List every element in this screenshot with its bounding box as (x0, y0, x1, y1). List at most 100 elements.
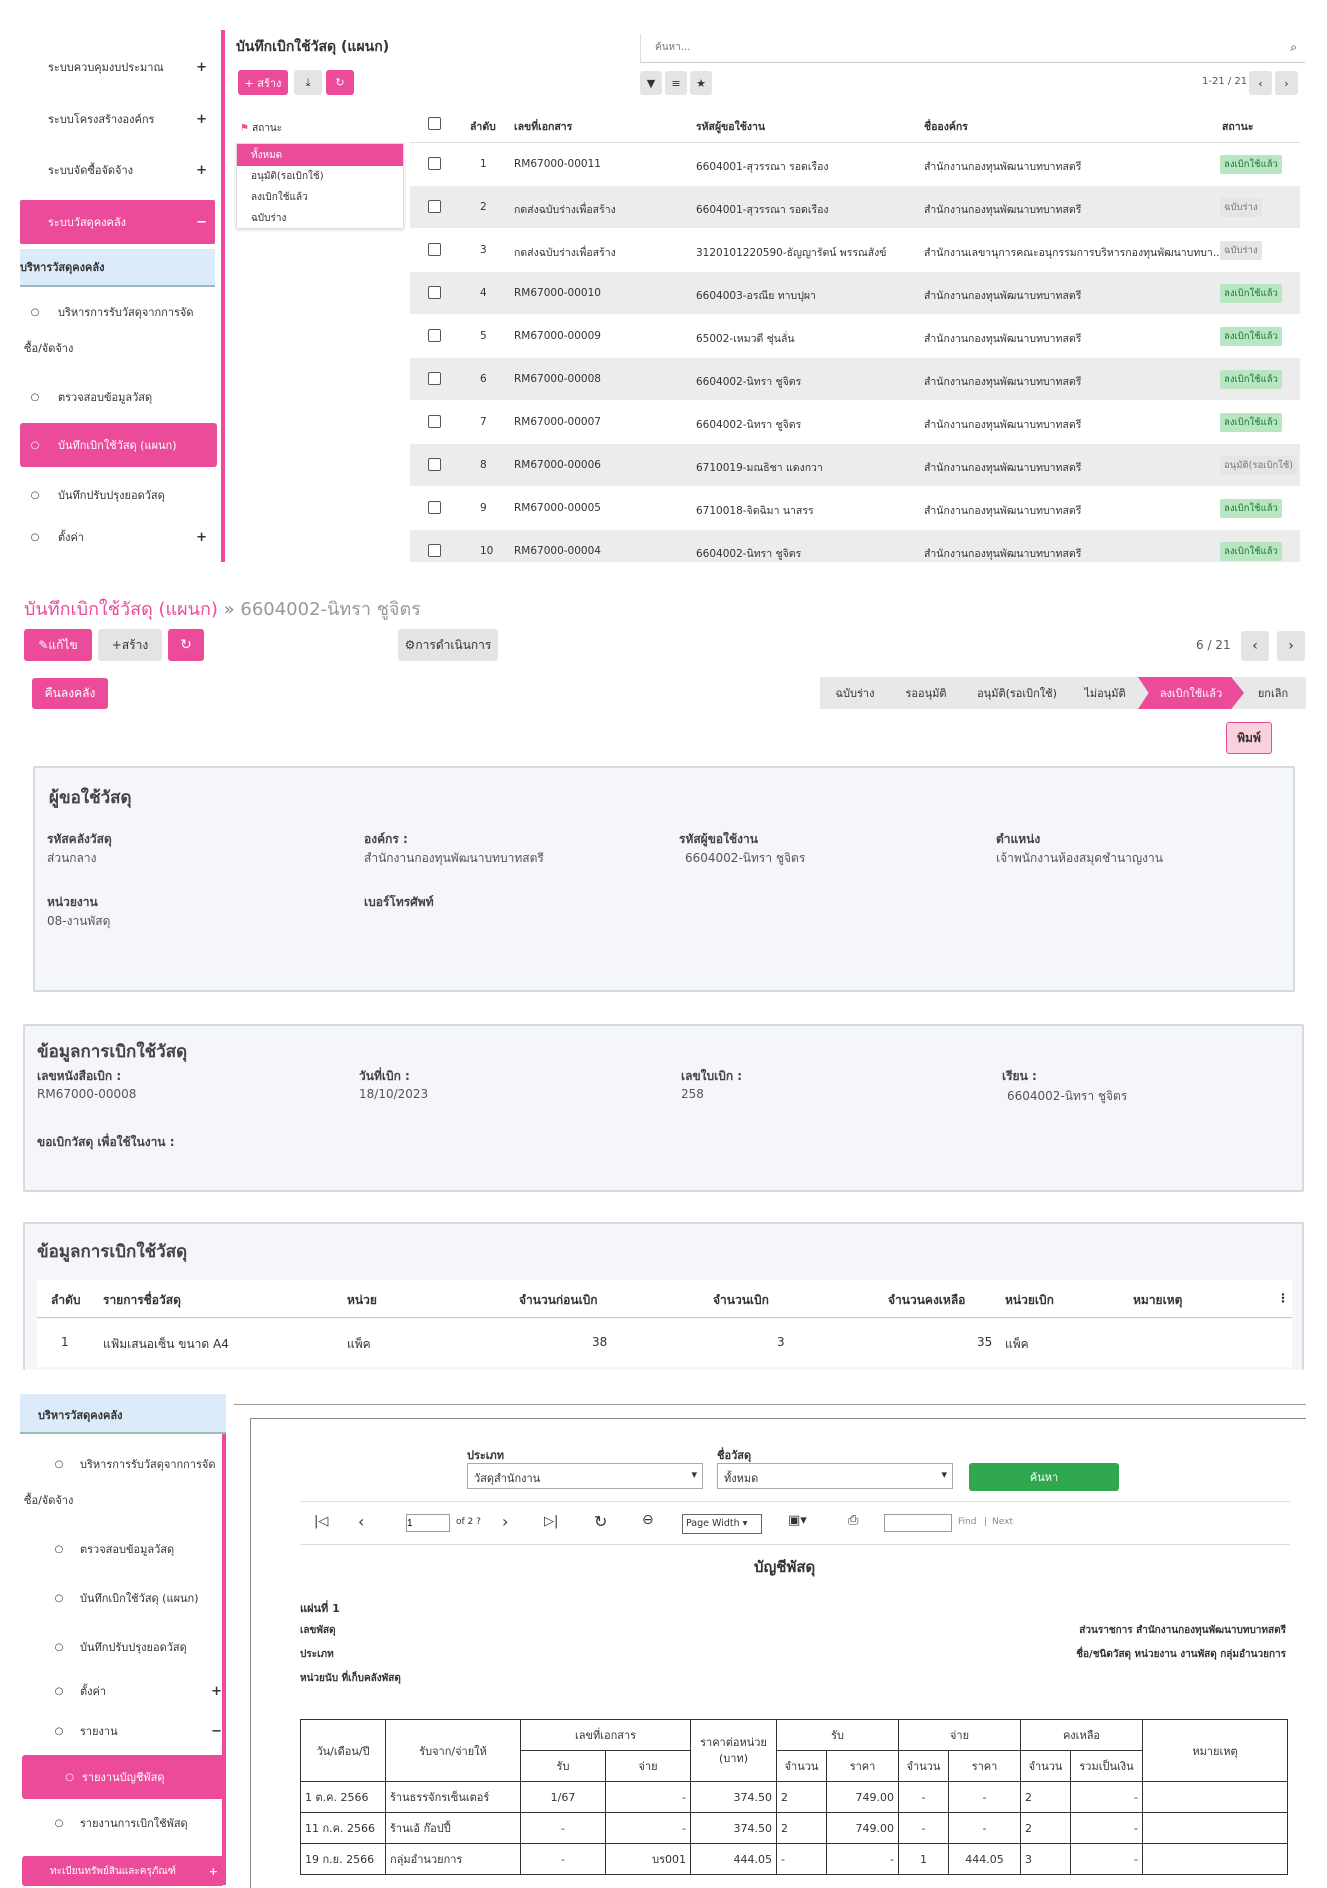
print-icon[interactable]: ⎙ (848, 1513, 858, 1528)
breadcrumb-link[interactable]: บันทึกเบิกใช้วัสดุ (แผนก) (24, 599, 218, 620)
search-input[interactable] (641, 34, 1241, 60)
table-row[interactable]: 10 RM67000-00004 6604002-นิทรา ชูจิตร สำ… (410, 530, 1300, 562)
flag-icon: ⚑ (240, 123, 249, 134)
next-page-icon[interactable]: › (502, 1512, 508, 1531)
step-approved[interactable]: อนุมัติ(รอเบิกใช้) (962, 677, 1072, 709)
refresh-icon[interactable]: ↻ (326, 70, 354, 95)
refresh-icon[interactable]: ↻ (168, 629, 204, 661)
status-badge: ลงเบิกใช้แล้ว (1220, 499, 1282, 518)
circle-icon: ○ (54, 1458, 64, 1470)
sub-item-receive[interactable]: ○ บริหารการรับวัสดุจากการจัด (44, 1455, 216, 1473)
row-checkbox[interactable] (428, 458, 441, 471)
row-checkbox[interactable] (428, 372, 441, 385)
table-row: 11 ก.ค. 2566 ร้านเอ้ ก๊อปปี้ - -374.50 2 749.… (300, 1812, 1288, 1844)
find-input[interactable] (884, 1514, 952, 1532)
prev-page-icon[interactable]: ‹ (358, 1512, 364, 1531)
sidebar-item-budget[interactable]: ระบบควบคุมงบประมาณ + (20, 58, 215, 76)
table-row[interactable]: 2 กดส่งฉบับร่างเพื่อสร้าง 6604001-สุวรรณ… (410, 186, 1300, 228)
next-link[interactable]: Next (992, 1517, 1013, 1527)
sub-item-check[interactable]: ○ ตรวจสอบข้อมูลวัสดุ (20, 388, 153, 406)
plus-icon: + (196, 162, 207, 178)
step-pending[interactable]: รออนุมัติ (890, 677, 962, 709)
chevron-right-icon[interactable]: › (1275, 71, 1298, 95)
table-header: ลำดับ เลขที่เอกสาร รหัสผู้ขอใช้งาน ชื่ออ… (410, 105, 1300, 143)
first-page-icon[interactable]: |◁ (314, 1514, 328, 1529)
table-row[interactable]: 3 กดส่งฉบับร่างเพื่อสร้าง 3120101220590-… (410, 229, 1300, 271)
search-icon[interactable]: ⌕ (1290, 40, 1297, 55)
create-button[interactable]: + สร้าง (238, 70, 288, 95)
row-checkbox[interactable] (428, 329, 441, 342)
table-row[interactable]: 6 RM67000-00008 6604002-นิทรา ชูจิตร สำน… (410, 358, 1300, 400)
row-checkbox[interactable] (428, 200, 441, 213)
edit-button[interactable]: ✎ แก้ไข (24, 629, 92, 661)
sub-item-settings[interactable]: ○ ตั้งค่า + (20, 528, 215, 546)
star-icon[interactable]: ★ (690, 71, 712, 95)
more-vertical-icon[interactable]: ⋮ (1277, 1291, 1289, 1305)
page-input[interactable] (406, 1514, 450, 1532)
report-search-button[interactable]: ค้นหา (969, 1463, 1119, 1491)
sidebar-item-org[interactable]: ระบบโครงสร้างองค์กร + (20, 110, 215, 128)
chevron-left-icon[interactable]: ‹ (1241, 631, 1269, 661)
sub-item-check[interactable]: ○ ตรวจสอบข้อมูลวัสดุ (44, 1540, 175, 1558)
table-row[interactable]: 8 RM67000-00006 6710019-มณธิชา แดงกวา สำ… (410, 444, 1300, 486)
return-button[interactable]: คืนลงคลัง (32, 678, 108, 709)
row-checkbox[interactable] (428, 544, 441, 557)
sub-item-adjust[interactable]: ○ บันทึกปรับปรุงยอดวัสดุ (20, 486, 165, 504)
row-checkbox[interactable] (428, 286, 441, 299)
table-row[interactable]: 4 RM67000-00010 6604003-อรณีย ทาบปุผา สำ… (410, 272, 1300, 314)
sub-item-receive[interactable]: ○ บริหารการรับวัสดุจากการจัด (20, 303, 194, 321)
circle-icon: ○ (54, 1817, 64, 1829)
back-icon[interactable]: ⊖ (642, 1512, 654, 1528)
print-button[interactable]: พิมพ์ (1226, 722, 1272, 754)
sub-item-adjust[interactable]: ○ บันทึกปรับปรุงยอดวัสดุ (44, 1638, 187, 1656)
sub-item-assets[interactable]: ทะเบียนทรัพย์สินและครุภัณฑ์ + (22, 1856, 224, 1886)
step-rejected[interactable]: ไม่อนุมัติ (1072, 677, 1138, 709)
sub-item-reports[interactable]: ○ รายงาน − (44, 1722, 224, 1740)
search-box[interactable]: ⌕ (640, 34, 1305, 63)
plus-icon: + (111, 638, 122, 652)
table-row[interactable]: 9 RM67000-00005 6710018-จิดฉิมา นาสรร สำ… (410, 487, 1300, 529)
circle-icon: ○ (65, 1771, 74, 1783)
action-button[interactable]: ⚙ การดำเนินการ (398, 629, 498, 661)
last-page-icon[interactable]: ▷| (544, 1514, 558, 1529)
select-all-checkbox[interactable] (428, 117, 441, 130)
step-draft[interactable]: ฉบับร่าง (820, 677, 890, 709)
table-row[interactable]: 7 RM67000-00007 6604002-นิทรา ชูจิตร สำน… (410, 401, 1300, 443)
sub-item-withdraw-report[interactable]: ○ รายงานการเบิกใช้พัสดุ (44, 1814, 188, 1832)
chevron-right-icon[interactable]: › (1277, 631, 1305, 661)
sub-item-withdraw[interactable]: ○ บันทึกเบิกใช้วัสดุ (แผนก) (20, 423, 217, 467)
download-icon[interactable]: ⤓ (294, 70, 322, 95)
create-button-2[interactable]: + สร้าง (98, 629, 162, 661)
zoom-select[interactable]: Page Width ▾ (682, 1514, 762, 1534)
status-draft[interactable]: ฉบับร่าง (237, 208, 403, 229)
find-link[interactable]: Find (958, 1517, 976, 1527)
circle-icon: ○ (30, 306, 40, 318)
group-icon[interactable]: ≡ (665, 71, 687, 95)
filter-icon[interactable]: ▼ (640, 71, 662, 95)
table-row[interactable]: 1 แฟ้มเสนอเซ็น ขนาด A4 แพ็ค 38 3 35 แพ็ค (37, 1319, 1292, 1367)
status-done[interactable]: ลงเบิกใช้แล้ว (237, 187, 403, 208)
row-checkbox[interactable] (428, 157, 441, 170)
refresh-icon[interactable]: ↻ (594, 1512, 607, 1531)
table-row[interactable]: 1 RM67000-00011 6604001-สุวรรณา รอดเรือง… (410, 143, 1300, 185)
chevron-left-icon[interactable]: ‹ (1249, 71, 1272, 95)
sidebar-item-inventory[interactable]: ระบบวัสดุคงคลัง − (20, 200, 215, 244)
stock-table: วัน/เดือน/ปี รับจาก/จ่ายให้ เลขที่เอกสาร… (300, 1719, 1288, 1875)
step-cancel[interactable]: ยกเลิก (1240, 677, 1306, 709)
sub-item-withdraw[interactable]: ○ บันทึกเบิกใช้วัสดุ (แผนก) (44, 1589, 199, 1607)
type-select[interactable]: วัสดุสำนักงาน ▾ (467, 1463, 703, 1489)
sub-item-stock-report[interactable]: ○ รายงานบัญชีพัสดุ (22, 1755, 224, 1799)
items-section: ข้อมูลการเบิกใช้วัสดุ ลำดับ รายการชื่อวั… (23, 1222, 1304, 1370)
step-done[interactable]: ลงเบิกใช้แล้ว (1138, 677, 1244, 709)
sidebar-item-procure[interactable]: ระบบจัดซื้อจัดจ้าง + (20, 161, 215, 179)
save-icon[interactable]: ▣▾ (788, 1513, 807, 1528)
status-all[interactable]: ทั้งหมด (237, 144, 403, 166)
row-checkbox[interactable] (428, 415, 441, 428)
row-checkbox[interactable] (428, 243, 441, 256)
name-select[interactable]: ทั้งหมด ▾ (717, 1463, 953, 1489)
row-checkbox[interactable] (428, 501, 441, 514)
status-approved[interactable]: อนุมัติ(รอเบิกใช้) (237, 166, 403, 187)
table-row[interactable]: 5 RM67000-00009 65002-เหมวดี ชุ่นลั่น สำ… (410, 315, 1300, 357)
sub-item-settings[interactable]: ○ ตั้งค่า + (44, 1682, 224, 1700)
page-title: บันทึกเบิกใช้วัสดุ (แผนก) (236, 39, 390, 55)
